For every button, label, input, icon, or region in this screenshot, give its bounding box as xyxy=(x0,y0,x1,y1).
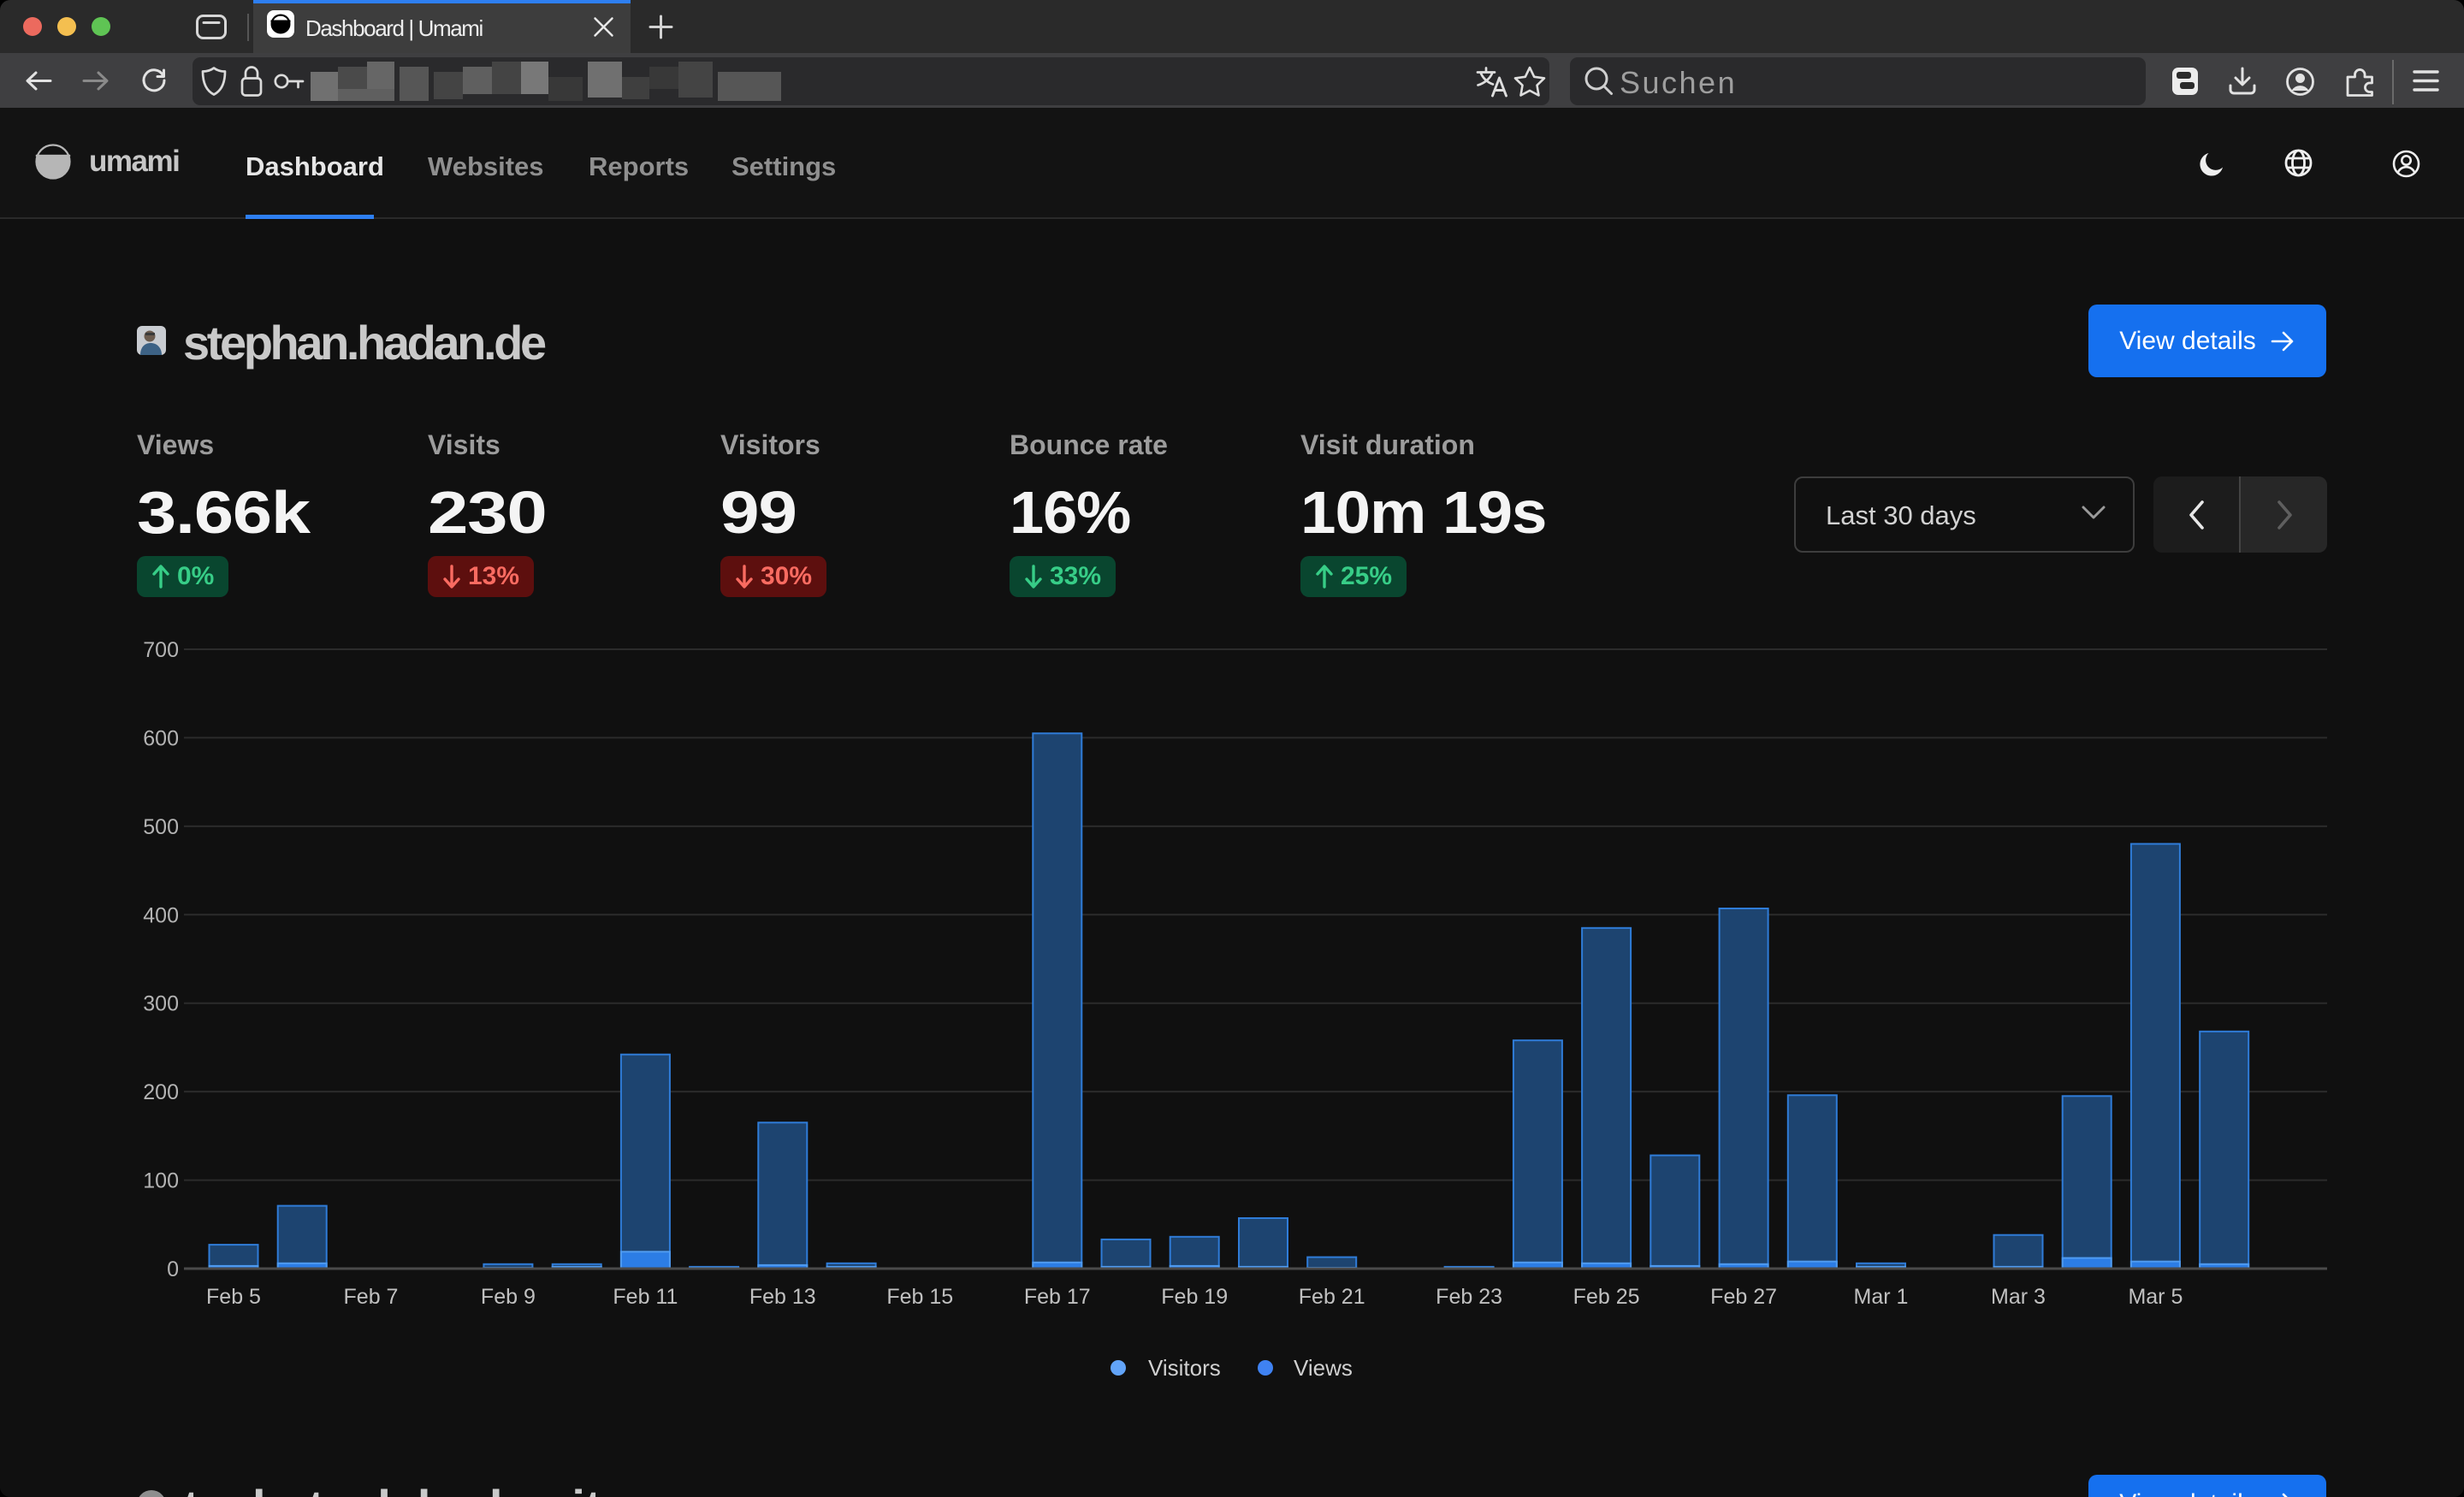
svg-text:700: 700 xyxy=(143,638,179,662)
svg-text:Feb 11: Feb 11 xyxy=(613,1285,678,1309)
svg-text:0: 0 xyxy=(167,1257,179,1281)
svg-text:Feb 13: Feb 13 xyxy=(749,1285,816,1309)
svg-text:Feb 7: Feb 7 xyxy=(344,1285,399,1309)
svg-text:Feb 27: Feb 27 xyxy=(1710,1285,1777,1309)
svg-text:Mar 1: Mar 1 xyxy=(1854,1285,1909,1309)
svg-text:300: 300 xyxy=(143,992,179,1016)
svg-text:200: 200 xyxy=(143,1080,179,1104)
svg-text:Feb 15: Feb 15 xyxy=(886,1285,953,1309)
svg-text:100: 100 xyxy=(143,1169,179,1193)
svg-text:Feb 9: Feb 9 xyxy=(481,1285,536,1309)
svg-text:Feb 25: Feb 25 xyxy=(1573,1285,1640,1309)
svg-text:Feb 21: Feb 21 xyxy=(1299,1285,1365,1309)
svg-text:Feb 5: Feb 5 xyxy=(206,1285,261,1309)
svg-text:400: 400 xyxy=(143,903,179,927)
svg-text:Mar 5: Mar 5 xyxy=(2128,1285,2183,1309)
svg-text:600: 600 xyxy=(143,726,179,750)
svg-text:Feb 19: Feb 19 xyxy=(1161,1285,1228,1309)
svg-text:Feb 23: Feb 23 xyxy=(1436,1285,1502,1309)
svg-text:Feb 17: Feb 17 xyxy=(1024,1285,1091,1309)
svg-text:Mar 3: Mar 3 xyxy=(1991,1285,2046,1309)
svg-text:500: 500 xyxy=(143,815,179,839)
